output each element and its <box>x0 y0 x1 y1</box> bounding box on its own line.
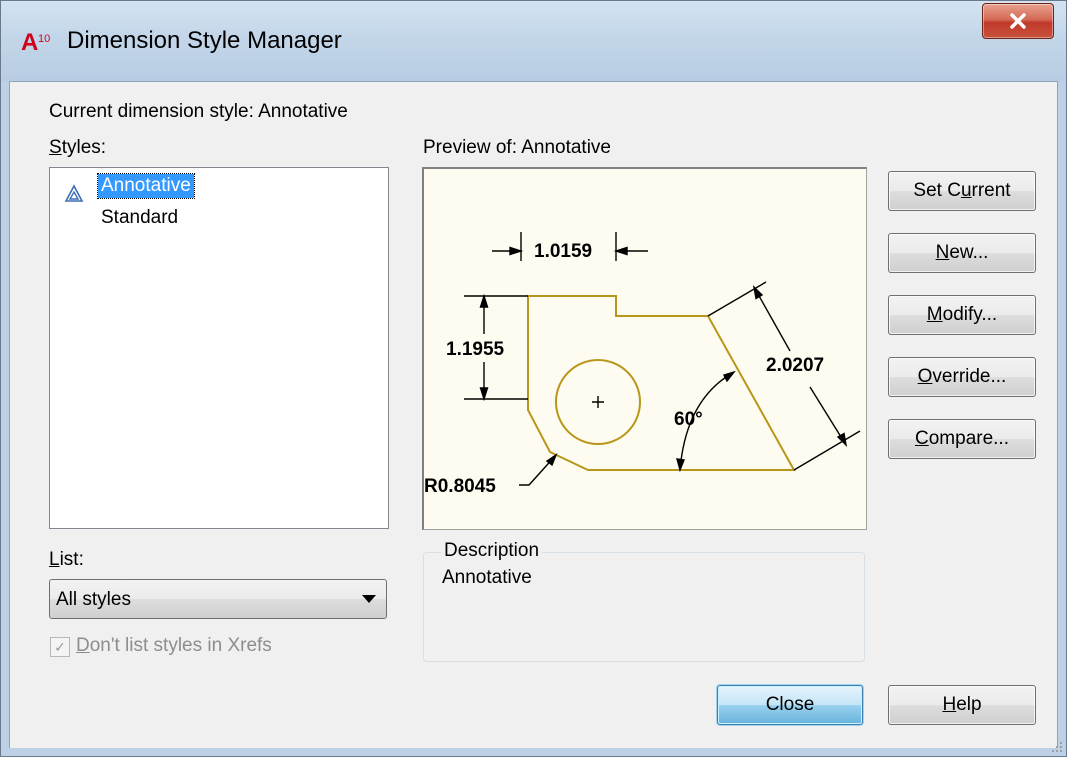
radius-leader <box>519 453 558 486</box>
dim-vertical-text: 1.1955 <box>446 339 505 360</box>
description-group: Description Annotative <box>423 540 865 662</box>
style-item-standard[interactable]: Standard <box>98 206 181 230</box>
dimension-style-manager-window: A 10 Dimension Style Manager Current dim… <box>0 0 1067 757</box>
window-title: Dimension Style Manager <box>67 27 342 54</box>
list-filter-dropdown[interactable]: All styles <box>49 579 387 619</box>
preview-label: Preview of: Annotative <box>423 137 611 158</box>
annotative-icon <box>64 184 84 202</box>
checkmark-icon: ✓ <box>54 638 66 655</box>
window-close-button[interactable] <box>982 3 1054 39</box>
styles-label: Styles: <box>49 137 107 158</box>
set-current-button[interactable]: Set Cu rrent <box>888 171 1036 211</box>
new-button[interactable]: New... <box>888 233 1036 273</box>
override-button[interactable]: Override... <box>888 357 1036 397</box>
dim-aligned-text: 2.0207 <box>766 355 824 376</box>
description-legend: Description <box>441 540 543 562</box>
compare-button[interactable]: Compare... <box>888 419 1036 459</box>
list-filter-value: All styles <box>56 589 131 610</box>
window-frame-left <box>1 81 9 756</box>
close-icon <box>1010 13 1026 29</box>
window-frame-right <box>1058 81 1066 756</box>
center-mark <box>592 396 604 408</box>
style-item-annotative[interactable]: Annotative <box>97 173 195 199</box>
close-button[interactable]: Close <box>717 685 863 725</box>
help-button[interactable]: Help <box>888 685 1036 725</box>
title-bar[interactable]: A 10 Dimension Style Manager <box>1 1 1066 81</box>
chevron-down-icon <box>362 595 376 603</box>
modify-button[interactable]: Modify... <box>888 295 1036 335</box>
dim-radius-text: R0.8045 <box>424 476 496 497</box>
resize-grip-icon[interactable] <box>1050 740 1064 754</box>
window-frame-bottom <box>1 748 1066 756</box>
dimension-preview-drawing: 1.0159 1.1955 2.0207 60° R0.8045 <box>424 232 861 497</box>
current-style-label: Current dimension style: Annotative <box>49 101 348 122</box>
app-icon-version: 10 <box>38 33 50 45</box>
autocad-app-icon: A 10 <box>21 29 50 56</box>
description-text: Annotative <box>442 567 532 588</box>
dim-angle-text: 60° <box>674 409 703 430</box>
part-outline <box>527 295 796 471</box>
dim-horizontal-text: 1.0159 <box>534 241 592 262</box>
styles-listbox[interactable]: Annotative Standard <box>49 167 389 529</box>
app-icon-letter: A <box>21 29 38 56</box>
list-label: List: <box>49 549 84 570</box>
dont-list-xrefs-label: Don't list styles in Xrefs <box>76 635 272 656</box>
dont-list-xrefs-checkbox[interactable]: ✓ <box>50 637 70 657</box>
preview-pane: 1.0159 1.1955 2.0207 60° R0.8045 <box>422 167 867 530</box>
